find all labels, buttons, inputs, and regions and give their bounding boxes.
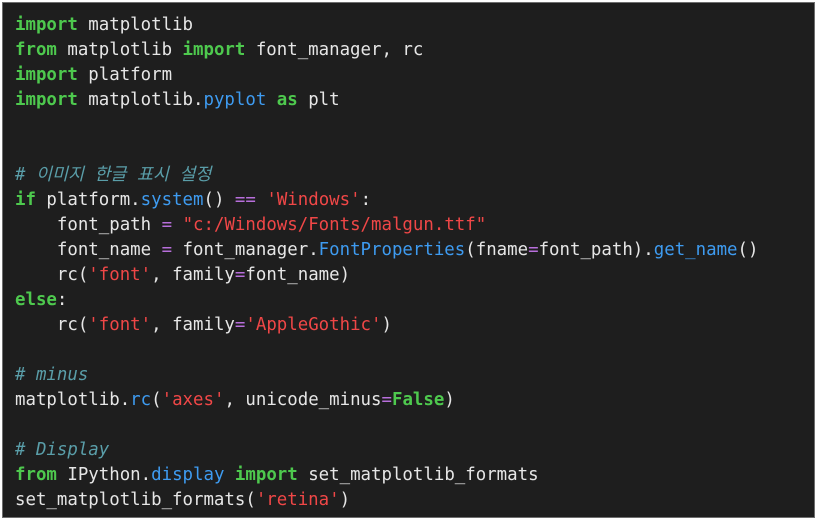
code-token: set_matplotlib_formats(	[15, 490, 256, 510]
code-token: FontProperties	[318, 240, 466, 260]
code-line: font_name = font_manager.FontProperties(…	[15, 238, 759, 263]
code-token: 'Windows'	[266, 190, 361, 210]
code-token: rc	[130, 390, 152, 410]
code-token: , family	[151, 315, 235, 335]
code-token: 'font'	[88, 315, 152, 335]
code-token: matplotlib	[56, 40, 183, 60]
code-token: font_name	[15, 240, 162, 260]
code-line: import matplotlib	[15, 13, 758, 38]
code-token: rc(	[15, 315, 89, 335]
code-token: =	[234, 265, 246, 285]
code-line: else:	[15, 288, 758, 313]
code-token: =	[161, 240, 173, 260]
code-token: font_path	[15, 215, 162, 235]
code-line: import matplotlib.pyplot as plt	[15, 88, 758, 113]
code-token: font_path).	[538, 240, 654, 260]
code-token: :	[360, 190, 372, 210]
code-token: # minus	[15, 365, 89, 385]
code-token: if	[15, 190, 36, 210]
code-token: 'font'	[88, 265, 152, 285]
code-token: =	[381, 390, 392, 410]
code-token: pyplot	[203, 90, 267, 110]
code-token: import	[15, 15, 78, 35]
code-token: # Display	[15, 440, 110, 460]
code-token: ==	[234, 190, 256, 210]
code-line: # 이미지 한글 표시 설정	[15, 163, 758, 188]
code-token: rc(	[15, 265, 89, 285]
code-line: font_path = "c:/Windows/Fonts/malgun.ttf…	[15, 213, 758, 238]
code-token: from	[15, 465, 57, 485]
code-token: False	[391, 390, 445, 410]
code-token: matplotlib.	[77, 90, 204, 110]
code-token: set_matplotlib_formats	[297, 465, 539, 485]
code-token: # 이미지 한글 표시 설정	[15, 165, 212, 185]
code-token: platform.	[35, 190, 141, 210]
code-token: font_manager.	[172, 240, 319, 260]
code-line: matplotlib.rc('axes', unicode_minus=Fals…	[15, 388, 758, 413]
code-line: from matplotlib import font_manager, rc	[15, 38, 758, 63]
code-token: )	[381, 315, 392, 335]
code-token: ()	[203, 190, 235, 210]
code-line: set_matplotlib_formats('retina')	[15, 488, 758, 513]
code-token: import	[234, 465, 298, 485]
code-line: # Display	[15, 438, 758, 463]
code-token: "c:/Windows/Fonts/malgun.ttf"	[182, 215, 487, 235]
code-token: 'AppleGothic'	[245, 315, 382, 335]
code-token: =	[528, 240, 539, 260]
code-line: rc('font', family='AppleGothic')	[15, 313, 758, 338]
code-token: =	[161, 215, 173, 235]
code-token: , family	[151, 265, 235, 285]
code-line: from IPython.display import set_matplotl…	[15, 463, 758, 488]
code-token: matplotlib	[77, 15, 193, 35]
code-token: display	[151, 465, 225, 485]
code-token: 'axes'	[161, 390, 225, 410]
code-token: 'retina'	[255, 490, 340, 510]
code-token: ()	[737, 240, 759, 260]
code-token: (fname	[465, 240, 529, 260]
code-token: )	[444, 390, 455, 410]
code-token: , unicode_minus	[224, 390, 382, 410]
code-token: =	[234, 315, 246, 335]
code-token: font_name)	[245, 265, 351, 285]
code-token: (	[151, 390, 162, 410]
code-token: IPython.	[56, 465, 152, 485]
code-token: get_name	[653, 240, 738, 260]
code-editor[interactable]: import matplotlib from matplotlib import …	[2, 2, 815, 518]
code-token: as	[276, 90, 298, 110]
code-token: matplotlib.	[15, 390, 131, 410]
code-token: )	[339, 490, 351, 510]
code-token: font_manager, rc	[245, 40, 424, 60]
code-token: system	[140, 190, 204, 210]
code-block[interactable]: import matplotlib from matplotlib import …	[15, 13, 758, 513]
code-token: import	[15, 90, 78, 110]
code-token: else	[15, 290, 57, 310]
code-line: import platform	[15, 63, 758, 88]
code-token: import	[182, 40, 246, 60]
code-token: import	[15, 65, 78, 85]
code-line: rc('font', family=font_name)	[15, 263, 758, 288]
code-token: platform	[77, 65, 173, 85]
code-line: if platform.system() == 'Windows':	[15, 188, 758, 213]
code-line: # minus	[15, 363, 758, 388]
code-token: from	[15, 40, 57, 60]
code-token: plt	[297, 90, 340, 110]
code-token: :	[56, 290, 68, 310]
